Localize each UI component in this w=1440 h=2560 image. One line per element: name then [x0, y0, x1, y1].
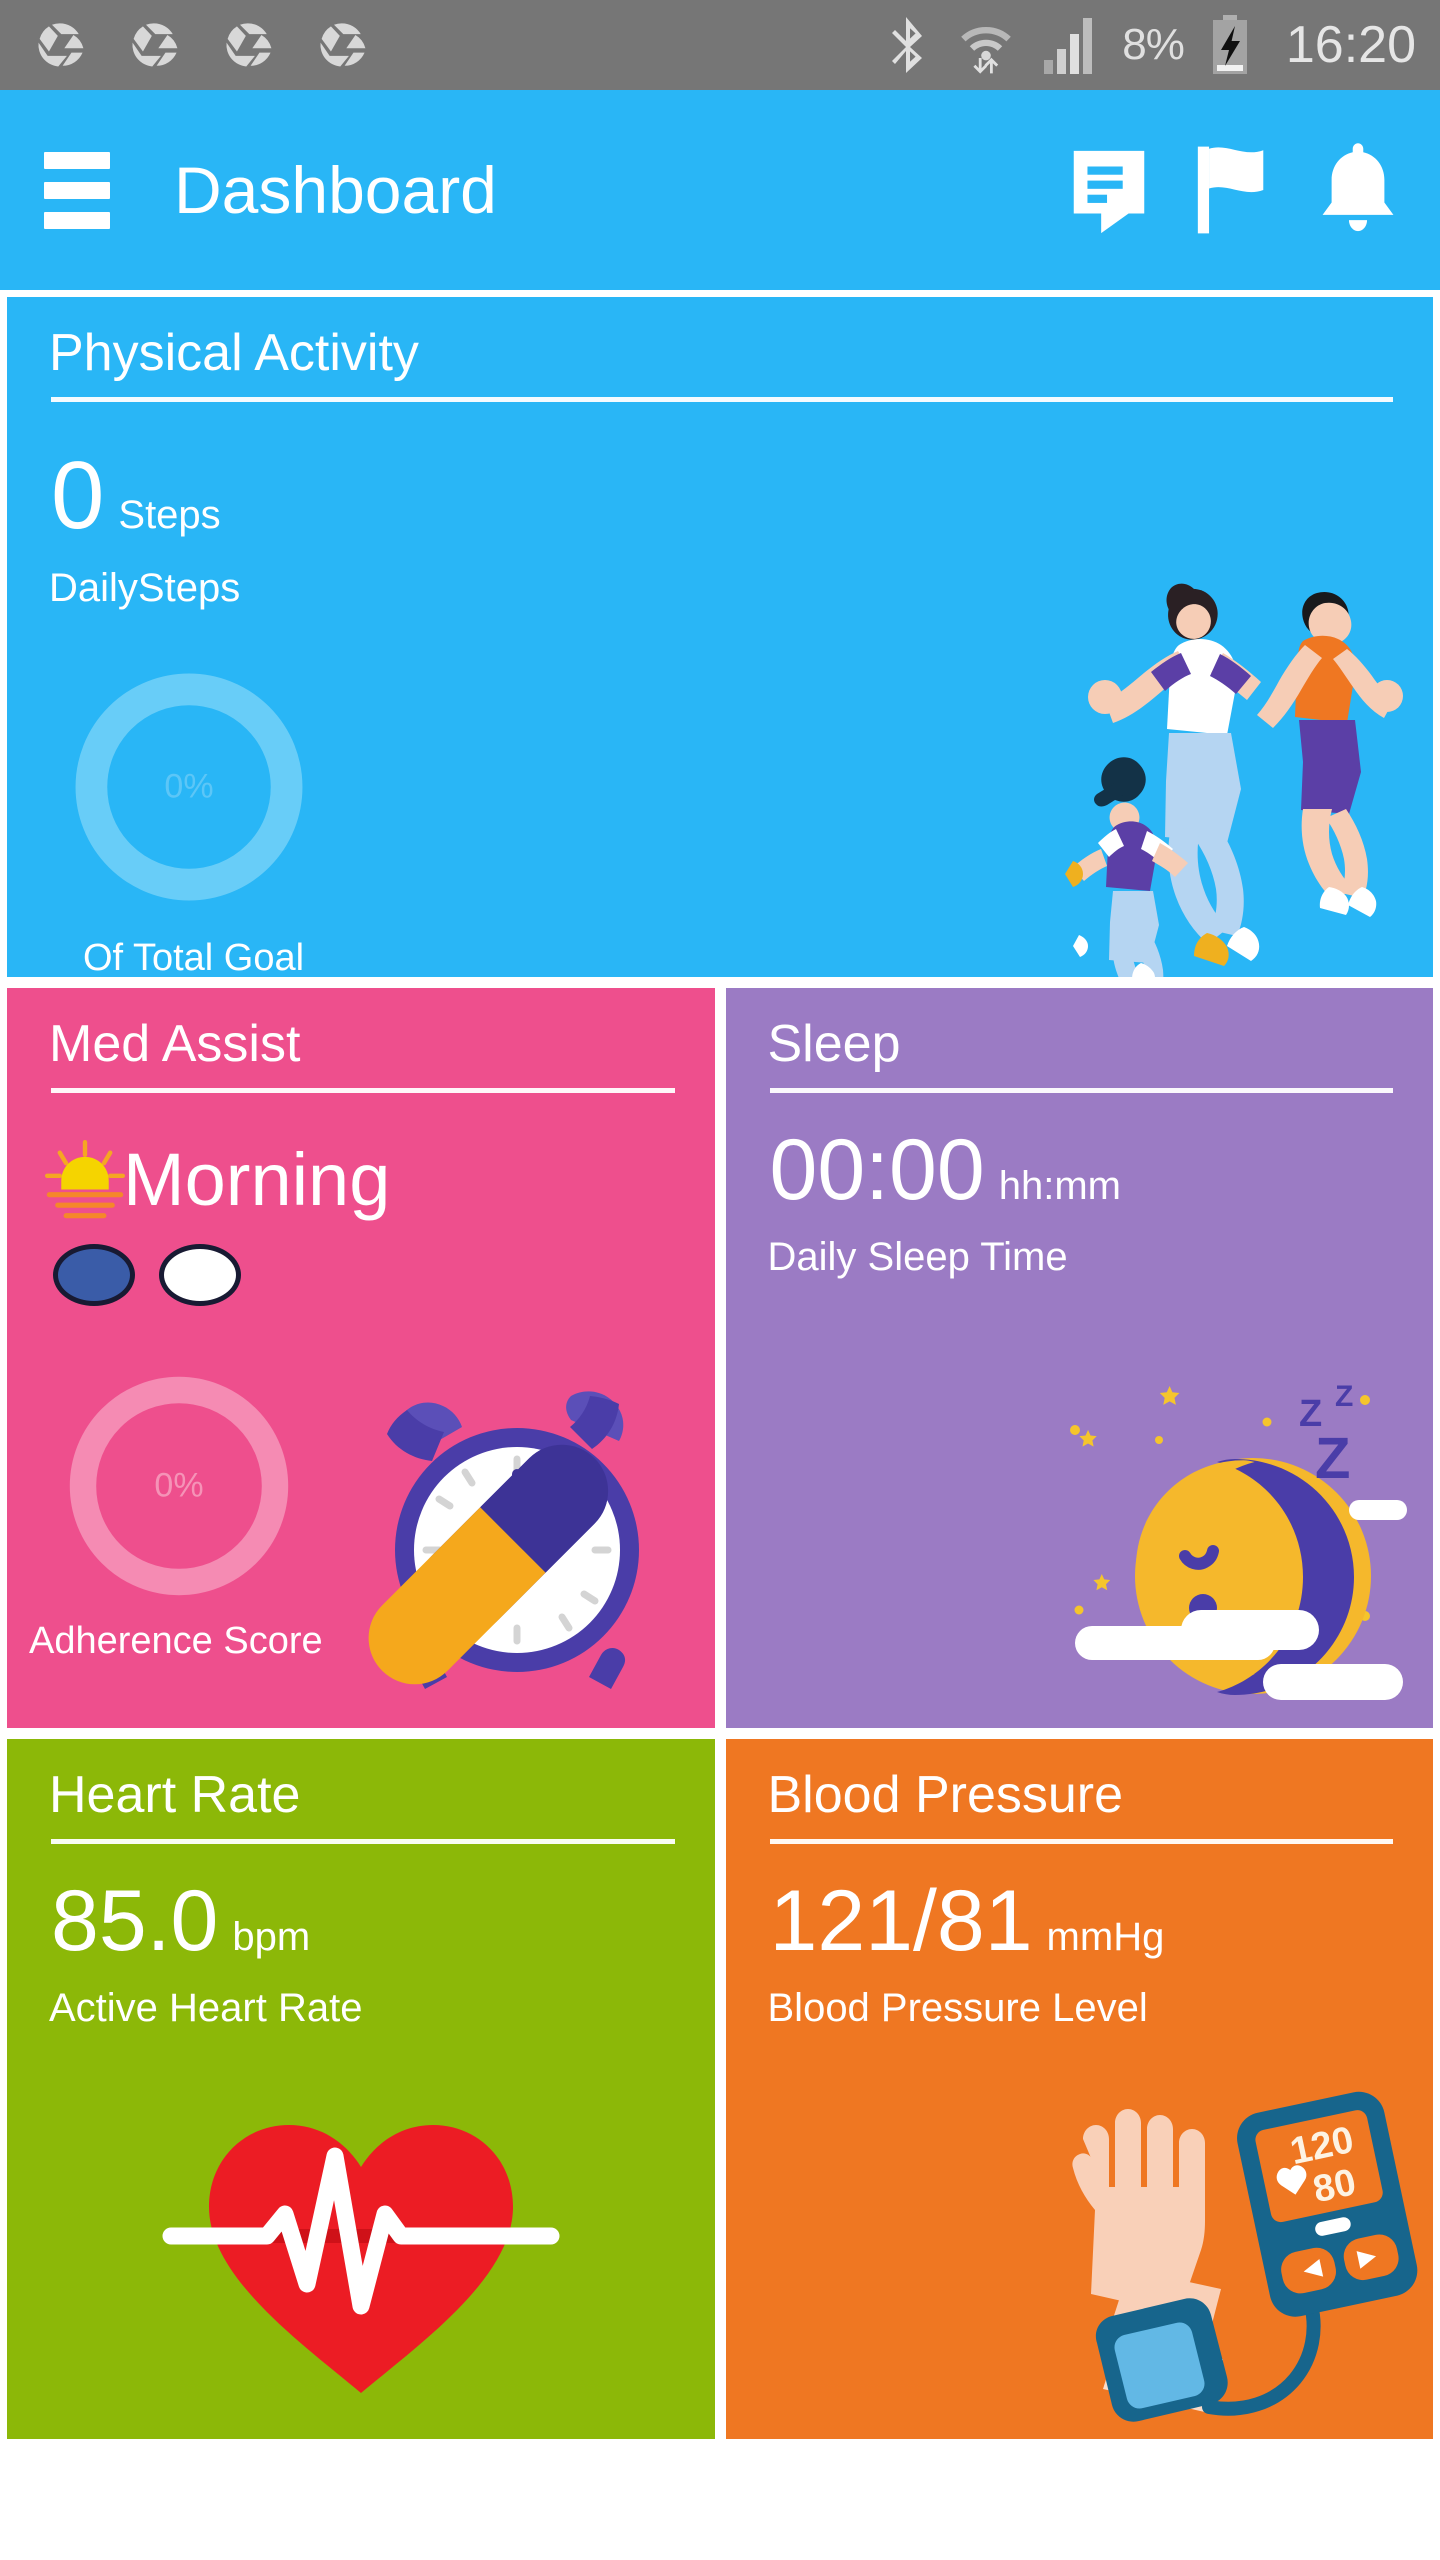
blood-pressure-metric: 121/81 mmHg	[726, 1878, 1434, 1964]
card-title-med-assist: Med Assist	[49, 1015, 301, 1073]
wifi-data-icon	[961, 27, 1012, 74]
hamburger-menu-icon[interactable]	[44, 151, 110, 229]
cellular-signal-icon	[1044, 18, 1093, 74]
bell-icon[interactable]	[1312, 141, 1404, 239]
dashboard-row-2: Med Assist Morning 0% Adherence Score Sl…	[7, 988, 1433, 1728]
message-icon[interactable]	[1062, 143, 1156, 237]
title-divider	[51, 1088, 675, 1093]
status-bar-clock: 16:20	[1285, 16, 1416, 74]
sleep-caption: Daily Sleep Time	[767, 1235, 1068, 1279]
card-physical-activity[interactable]: Physical Activity 0 Steps DailySteps 0% …	[7, 297, 1433, 977]
card-med-assist[interactable]: Med Assist Morning 0% Adherence Score	[7, 988, 715, 1728]
heart-rate-caption: Active Heart Rate	[49, 1986, 363, 2030]
title-divider	[769, 1839, 1393, 1844]
aperture-icon	[38, 23, 84, 67]
monitor-diastolic: 80	[1310, 2161, 1360, 2211]
steps-progress-ring: 0%	[67, 665, 311, 909]
heart-rate-value: 85.0	[51, 1873, 219, 1969]
flag-icon[interactable]	[1190, 143, 1278, 237]
adherence-progress-ring: 0%	[59, 1366, 299, 1606]
dashboard-grid: Physical Activity 0 Steps DailySteps 0% …	[0, 290, 1440, 2446]
blood-pressure-unit: mmHg	[1046, 1915, 1165, 1959]
status-bar: 8% 16:20	[0, 0, 1440, 90]
card-title-physical-activity: Physical Activity	[49, 324, 419, 382]
aperture-icon	[132, 23, 178, 67]
aperture-icon	[226, 23, 272, 67]
title-divider	[51, 1839, 675, 1844]
status-bar-notifications	[34, 19, 368, 71]
sleep-unit: hh:mm	[998, 1164, 1121, 1208]
blood-pressure-value: 121/81	[769, 1873, 1033, 1969]
dashboard-row-1: Physical Activity 0 Steps DailySteps 0% …	[7, 297, 1433, 977]
battery-charging-icon	[1212, 15, 1247, 74]
status-bar-system-icons: 8% 16:20	[886, 14, 1416, 76]
battery-percent-label: 8%	[1122, 20, 1185, 69]
aperture-icon	[320, 23, 366, 67]
blood-pressure-monitor-illustration: 120 80	[1072, 2091, 1418, 2422]
heart-rate-metric: 85.0 bpm	[7, 1878, 715, 1964]
steps-unit: Steps	[118, 493, 221, 537]
pill-dose-white[interactable]	[159, 1244, 241, 1306]
heart-ecg-illustration	[162, 2125, 560, 2393]
heart-rate-unit: bpm	[232, 1915, 311, 1959]
adherence-percent: 0%	[154, 1466, 204, 1505]
med-time-of-day-label: Morning	[123, 1138, 391, 1221]
steps-progress-caption: Of Total Goal	[83, 937, 305, 977]
sunrise-icon	[44, 1139, 126, 1218]
app-bar-actions	[1062, 141, 1404, 239]
adherence-caption: Adherence Score	[29, 1620, 323, 1662]
card-title-blood-pressure: Blood Pressure	[767, 1766, 1124, 1824]
steps-progress-percent: 0%	[164, 767, 214, 806]
card-sleep[interactable]: Sleep 00:00 hh:mm Daily Sleep Time Z Z Z	[725, 988, 1434, 1728]
med-time-of-day: Morning	[7, 1137, 715, 1222]
card-title-sleep: Sleep	[767, 1015, 901, 1073]
app-bar: Dashboard	[0, 90, 1440, 290]
page-title: Dashboard	[174, 153, 497, 227]
svg-text:Z: Z	[1315, 1426, 1350, 1491]
bluetooth-icon	[892, 17, 923, 73]
family-running-illustration	[1065, 583, 1403, 977]
sleep-metric: 00:00 hh:mm	[726, 1127, 1434, 1213]
sleeping-moon-illustration: Z Z Z	[1070, 1380, 1407, 1700]
pill-dose-blue[interactable]	[53, 1244, 135, 1306]
card-heart-rate[interactable]: Heart Rate 85.0 bpm Active Heart Rate	[7, 1739, 715, 2439]
med-pill-doses	[7, 1244, 715, 1306]
steps-value: 0	[51, 442, 105, 549]
svg-text:Z: Z	[1335, 1380, 1353, 1413]
card-title-heart-rate: Heart Rate	[49, 1766, 301, 1824]
title-divider	[769, 1088, 1393, 1093]
sleep-value: 00:00	[769, 1122, 985, 1218]
title-divider	[51, 397, 1393, 402]
alarm-clock-capsule-illustration	[368, 1391, 639, 1689]
card-blood-pressure[interactable]: Blood Pressure 121/81 mmHg Blood Pressur…	[725, 1739, 1434, 2439]
steps-metric: 0 Steps	[7, 448, 1433, 544]
dashboard-row-3: Heart Rate 85.0 bpm Active Heart Rate Bl…	[7, 1739, 1433, 2439]
